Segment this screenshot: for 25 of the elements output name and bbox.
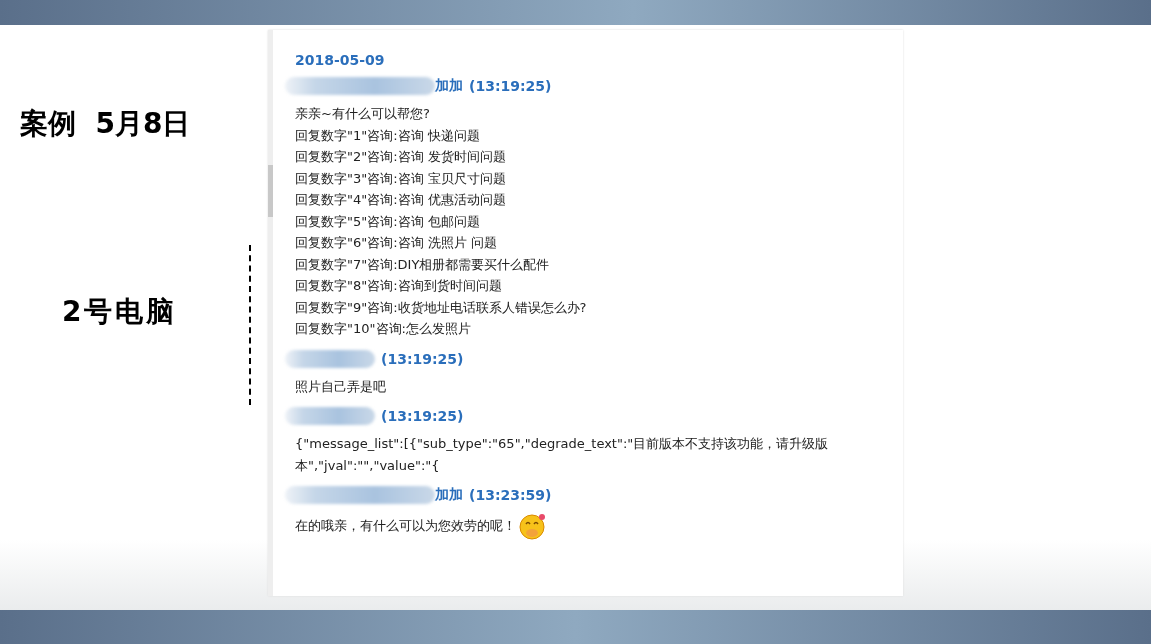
message-text: 回复数字"1"咨询:咨询 快递问题 [295,126,481,145]
slide-title: 案例 5月8日 [20,106,191,142]
message-time: (13:23:59) [469,487,552,503]
message-text: {"message_list":[{"sub_type":"65","degrade_text":"目前版本不支持该功能，请升级版本","jval":"","value":"{ [295,435,830,475]
sender-name: 加加 [435,77,463,95]
message-text: 照片自己弄是吧 [295,377,387,396]
message-text: 回复数字"7"咨询:DIY相册都需要买什么配件 [295,255,551,274]
scrollbar[interactable] [268,30,273,596]
message-text: 回复数字"2"咨询:咨询 发货时间问题 [295,148,507,166]
message-time: (13:19:25) [469,78,552,94]
chat-date: 2018-05-09 [295,52,386,68]
message-text: 亲亲~有什么可以帮您? [295,105,431,123]
message-text: 在的哦亲，有什么可以为您效劳的呢！ [295,517,516,536]
message-time: (13:19:25) [381,408,464,424]
emoji-smiley-icon [519,512,547,540]
sender-name: 加加 [435,486,463,504]
slide-subtitle: 2号电脑 [62,294,178,330]
message-time: (13:19:25) [381,350,464,367]
message-text: 回复数字"4"咨询:咨询 优惠活动问题 [295,191,507,209]
message-text: 回复数字"3"咨询:咨询 宝贝尺寸问题 [295,169,507,188]
message-text: 回复数字"8"咨询:咨询到货时间问题 [295,277,503,295]
message-text: 回复数字"5"咨询:咨询 包邮问题 [295,212,481,231]
message-text: 回复数字"10"咨询:怎么发照片 [295,320,472,338]
message-text: 回复数字"9"咨询:收货地址电话联系人错误怎么办? [295,298,588,317]
message-text: 回复数字"6"咨询:咨询 洗照片 问题 [295,234,498,252]
